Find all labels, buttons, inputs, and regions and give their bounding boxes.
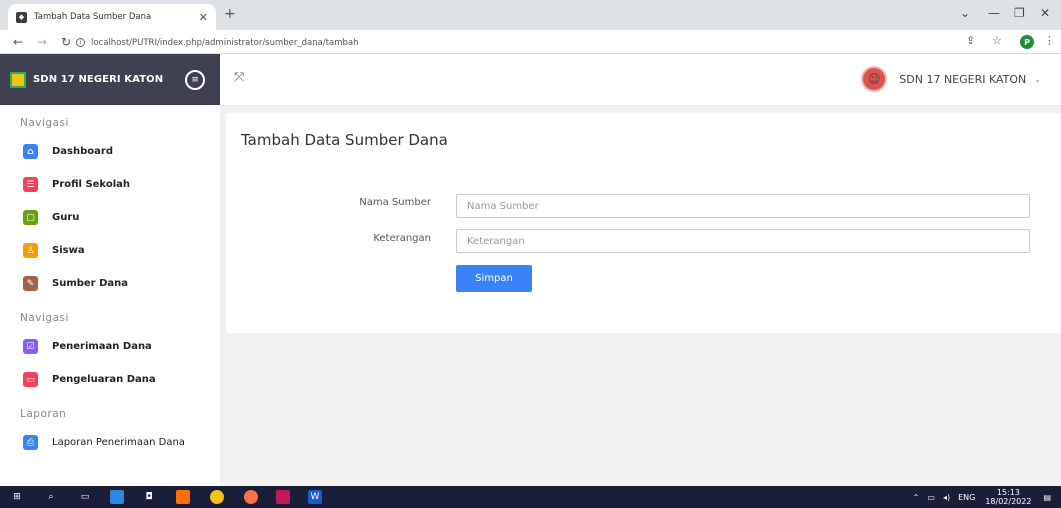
windows-taskbar: ⊞ ⌕ ▭ ◘ W ⌃ ▭ ◂) ENG 15:13 18/02/2022 ▤: [0, 486, 1061, 508]
sidebar-item-pengeluaran-dana[interactable]: ▭ Pengeluaran Dana: [0, 363, 220, 396]
save-button[interactable]: Simpan: [456, 265, 532, 292]
tray-chevron-icon[interactable]: ⌃: [913, 493, 920, 502]
store-icon[interactable]: ◘: [142, 490, 156, 504]
calendar-icon: ▢: [23, 210, 38, 225]
browser-profile-avatar[interactable]: P: [1020, 35, 1034, 49]
firefox-icon[interactable]: [244, 490, 258, 504]
brand-name: SDN 17 NEGERI KATON: [33, 74, 164, 85]
menu-toggle-icon[interactable]: ≡: [185, 69, 206, 90]
clock-time: 15:13: [996, 488, 1020, 497]
notification-icon[interactable]: ▤: [1043, 493, 1051, 502]
tab-title: Tambah Data Sumber Dana: [34, 12, 152, 22]
sidebar-item-siswa[interactable]: ♙ Siswa: [0, 234, 220, 267]
back-icon[interactable]: ←: [12, 35, 24, 49]
chrome-icon[interactable]: [210, 490, 224, 504]
windows-start-icon[interactable]: ⊞: [10, 490, 24, 504]
keterangan-label: Keterangan: [373, 233, 431, 244]
check-edit-icon: ☑: [23, 339, 38, 354]
sidebar-item-label: Sumber Dana: [52, 278, 129, 289]
fullscreen-icon[interactable]: ⤧: [234, 70, 244, 85]
avatar: ☺: [861, 66, 888, 92]
nav-heading: Navigasi: [20, 117, 69, 129]
network-icon[interactable]: ▭: [927, 493, 935, 502]
chevron-down-icon[interactable]: ⌄: [960, 6, 970, 20]
user-icon: ♙: [23, 243, 38, 258]
form-card: Tambah Data Sumber Dana Nama Sumber Kete…: [226, 113, 1061, 333]
browser-tab[interactable]: ◆ Tambah Data Sumber Dana ✕: [8, 4, 216, 30]
file-explorer-icon[interactable]: [110, 490, 124, 504]
printer-icon: ⎙: [23, 435, 38, 450]
task-view-icon[interactable]: ▭: [78, 490, 92, 504]
url-field[interactable]: i localhost/PUTRI/index.php/administrato…: [76, 34, 976, 51]
new-tab-icon[interactable]: +: [224, 6, 236, 22]
minimize-icon[interactable]: —: [988, 6, 1000, 20]
sidebar-item-dashboard[interactable]: ⌂ Dashboard: [0, 135, 220, 168]
sidebar-item-label: Siswa: [52, 245, 85, 256]
top-bar: ⤧ ☺ SDN 17 NEGERI KATON ⌄: [220, 54, 1061, 105]
forward-icon[interactable]: →: [36, 35, 48, 49]
sidebar-item-label: Laporan Penerimaan Dana: [52, 437, 185, 448]
tab-close-icon[interactable]: ✕: [199, 11, 208, 24]
page-title: Tambah Data Sumber Dana: [241, 131, 448, 149]
nama-sumber-input[interactable]: [456, 194, 1030, 218]
chevron-down-icon: ⌄: [1034, 74, 1041, 84]
reload-icon[interactable]: ↻: [60, 35, 72, 49]
keterangan-input[interactable]: [456, 229, 1030, 253]
system-tray: ⌃ ▭ ◂) ENG 15:13 18/02/2022 ▤: [913, 488, 1051, 506]
sidebar-item-label: Profil Sekolah: [52, 179, 130, 190]
sidebar-item-guru[interactable]: ▢ Guru: [0, 201, 220, 234]
info-icon[interactable]: i: [76, 38, 85, 47]
sidebar-item-label: Pengeluaran Dana: [52, 374, 156, 385]
clock-date: 18/02/2022: [985, 497, 1032, 506]
sidebar-item-label: Dashboard: [52, 146, 113, 157]
favicon-icon: ◆: [16, 11, 27, 23]
nav-heading: Navigasi: [20, 312, 69, 324]
sidebar-item-profil-sekolah[interactable]: ☰ Profil Sekolah: [0, 168, 220, 201]
clock[interactable]: 15:13 18/02/2022: [985, 488, 1031, 506]
url-text: localhost/PUTRI/index.php/administrator/…: [91, 37, 359, 48]
share-icon[interactable]: ⇪: [966, 34, 975, 47]
sidebar-item-penerimaan-dana[interactable]: ☑ Penerimaan Dana: [0, 330, 220, 363]
app-icon-2[interactable]: [276, 490, 290, 504]
edit-icon: ✎: [23, 276, 38, 291]
nav-heading: Laporan: [20, 408, 67, 420]
bookmark-star-icon[interactable]: ☆: [992, 34, 1002, 47]
user-menu[interactable]: ☺ SDN 17 NEGERI KATON ⌄: [861, 66, 1041, 92]
user-name: SDN 17 NEGERI KATON: [899, 72, 1027, 86]
volume-icon[interactable]: ◂): [943, 493, 950, 502]
more-menu-icon[interactable]: ⋮: [1044, 34, 1055, 47]
browser-tab-bar: ◆ Tambah Data Sumber Dana ✕ + ⌄ — ❐ ✕: [0, 0, 1061, 30]
sidebar-item-laporan-penerimaan-dana[interactable]: ⎙ Laporan Penerimaan Dana: [0, 426, 220, 459]
nama-sumber-label: Nama Sumber: [359, 197, 431, 208]
sidebar-item-sumber-dana[interactable]: ✎ Sumber Dana: [0, 267, 220, 300]
sidebar-item-label: Guru: [52, 212, 80, 223]
school-logo-icon: [10, 71, 26, 88]
chat-icon: ▭: [23, 372, 38, 387]
language-indicator[interactable]: ENG: [958, 493, 975, 502]
sidebar: SDN 17 NEGERI KATON ≡ Navigasi ⌂ Dashboa…: [0, 54, 220, 486]
address-bar: ← → ↻ i localhost/PUTRI/index.php/admini…: [0, 30, 1061, 54]
restore-icon[interactable]: ❐: [1014, 6, 1025, 20]
sidebar-item-label: Penerimaan Dana: [52, 341, 152, 352]
brand-header: SDN 17 NEGERI KATON ≡: [0, 54, 220, 105]
home-icon: ⌂: [23, 144, 38, 159]
app-icon[interactable]: [176, 490, 190, 504]
word-icon[interactable]: W: [308, 490, 322, 504]
close-window-icon[interactable]: ✕: [1040, 6, 1050, 20]
search-icon[interactable]: ⌕: [44, 490, 58, 504]
list-icon: ☰: [23, 177, 38, 192]
